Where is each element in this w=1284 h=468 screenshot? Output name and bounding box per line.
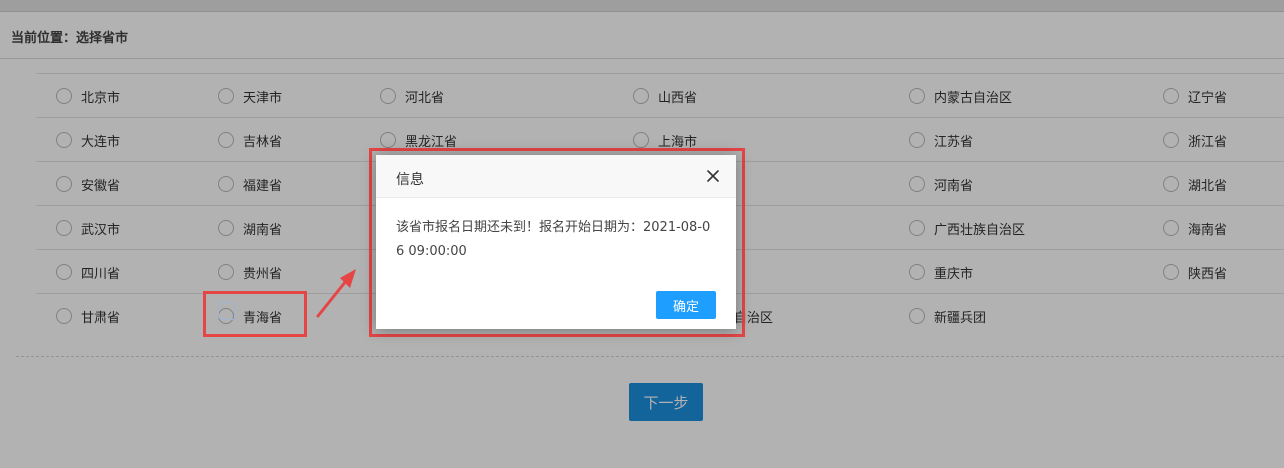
dialog-header: 信息 [376, 155, 736, 198]
annotation-box-qinghai [203, 291, 307, 337]
close-icon [707, 170, 719, 182]
close-button[interactable] [704, 167, 722, 185]
dialog-title: 信息 [396, 172, 424, 188]
arrow-icon [316, 269, 356, 318]
info-dialog: 信息 该省市报名日期还未到！报名开始日期为：2021-08-06 09:00:0… [376, 155, 736, 329]
confirm-button[interactable]: 确定 [656, 291, 716, 319]
dialog-message: 该省市报名日期还未到！报名开始日期为：2021-08-06 09:00:00 [396, 220, 711, 259]
